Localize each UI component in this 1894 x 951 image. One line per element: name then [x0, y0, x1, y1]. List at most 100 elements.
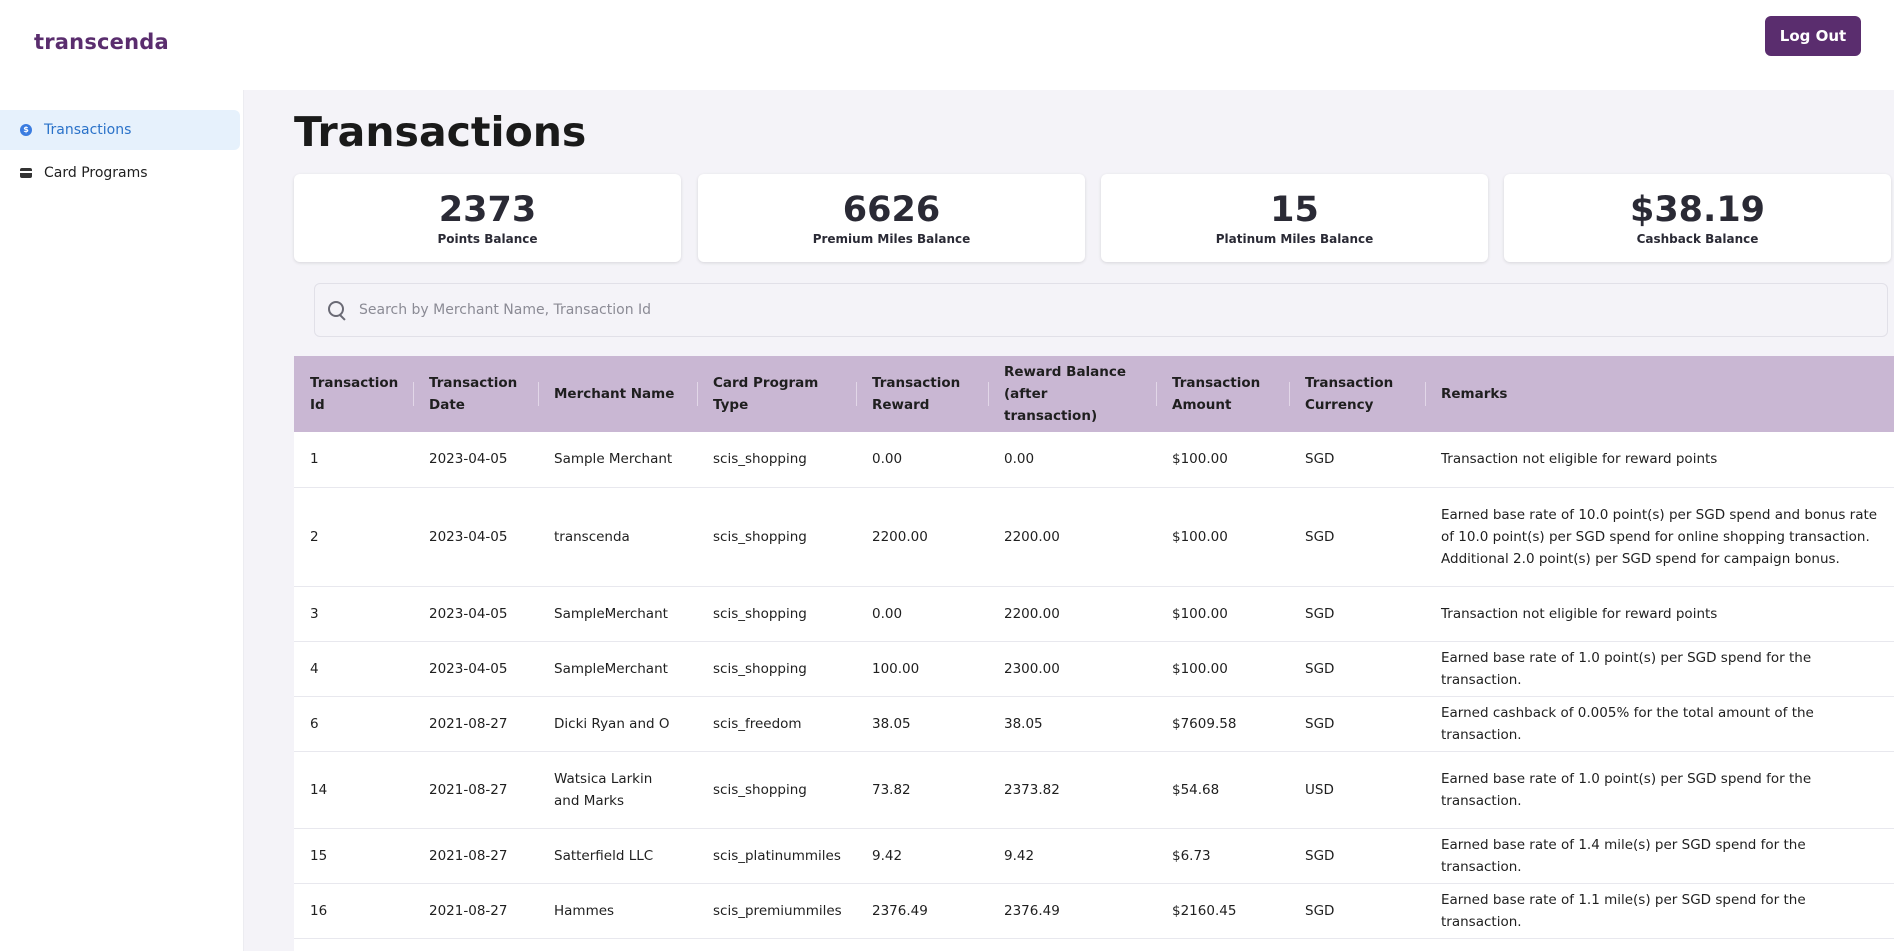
cell-transaction-id: 14 [294, 751, 413, 829]
search-bar [314, 283, 1888, 337]
column-header[interactable]: Transaction Reward [856, 356, 988, 432]
column-header[interactable]: Transaction Amount [1156, 356, 1289, 432]
table-row[interactable]: 2 2023-04-05 transcenda scis_shopping 22… [294, 487, 1894, 587]
cell-merchant-name: Sample Merchant [538, 432, 697, 488]
cell-transaction-id: 6 [294, 696, 413, 752]
cell-transaction-currency: SGD [1289, 696, 1425, 752]
cell-transaction-id: 1 [294, 432, 413, 488]
search-input[interactable] [359, 302, 1859, 318]
cell-transaction-date: 2023-04-05 [413, 586, 538, 642]
table-row[interactable]: 3 2023-04-05 SampleMerchant scis_shoppin… [294, 586, 1894, 642]
column-header[interactable]: Merchant Name [538, 356, 697, 432]
cell-transaction-amount: $100.00 [1156, 586, 1289, 642]
stat-value: $38.19 [1629, 190, 1766, 230]
cell-remarks: Earned base rate of 1.1 mile(s) per SGD … [1425, 883, 1894, 939]
cell-reward-balance: 2373.82 [988, 751, 1156, 829]
stat-label: Platinum Miles Balance [1215, 232, 1374, 246]
cell-transaction-date: 2021-08-27 [413, 751, 538, 829]
cell-transaction-reward: 0.00 [856, 586, 988, 642]
cell-transaction-reward: 38.05 [856, 696, 988, 752]
cell-transaction-currency: SGD [1289, 487, 1425, 587]
stat-value: 2373 [438, 190, 537, 230]
cell-transaction-id: 3 [294, 586, 413, 642]
cell-reward-balance: 0.00 [988, 432, 1156, 488]
cell-card-program-type: scis_freedom [697, 696, 856, 752]
sidebar-item-card-programs[interactable]: Card Programs [0, 153, 240, 193]
cell-reward-balance: 2300.00 [988, 641, 1156, 697]
column-header[interactable]: Remarks [1425, 356, 1894, 432]
cell-merchant-name: Satterfield LLC [538, 828, 697, 884]
table-row[interactable]: 16 2021-08-27 Hammes scis_premiummiles 2… [294, 883, 1894, 939]
cell-transaction-reward: 0.00 [856, 432, 988, 488]
cell-transaction-currency: USD [1289, 751, 1425, 829]
cell-remarks: Earned base rate of 1.0 point(s) per SGD… [1425, 641, 1894, 697]
sidebar-item-label: Transactions [44, 122, 132, 138]
cell-remarks: Earned base rate of 1.0 point(s) per SGD… [1425, 751, 1894, 829]
cell-transaction-date: 2021-08-27 [413, 696, 538, 752]
table-header-row: Transaction Id Transaction Date Merchant… [294, 356, 1894, 432]
cell-transaction-date: 2023-04-05 [413, 487, 538, 587]
top-bar: transcenda Log Out [0, 0, 1894, 90]
cell-transaction-amount: $2160.45 [1156, 883, 1289, 939]
cell-transaction-reward: 73.82 [856, 751, 988, 829]
cell-card-program-type: scis_shopping [697, 641, 856, 697]
stat-value: 15 [1270, 190, 1319, 230]
cell-transaction-amount: $7609.58 [1156, 696, 1289, 752]
stat-value: 6626 [842, 190, 941, 230]
cell-transaction-reward: 2200.00 [856, 487, 988, 587]
logout-button[interactable]: Log Out [1765, 16, 1861, 56]
cell-transaction-date: 2023-04-05 [413, 432, 538, 488]
table-row[interactable]: 1 2023-04-05 Sample Merchant scis_shoppi… [294, 432, 1894, 488]
main-content: Transactions 2373 Points Balance 6626 Pr… [244, 90, 1894, 951]
cell-merchant-name: transcenda [538, 487, 697, 587]
brand-logo[interactable]: transcenda [34, 30, 169, 54]
stat-card-premium-miles: 6626 Premium Miles Balance [698, 174, 1085, 262]
cell-transaction-amount: $6.73 [1156, 828, 1289, 884]
column-header[interactable]: Transaction Id [294, 356, 413, 432]
cell-merchant-name: SampleMerchant [538, 641, 697, 697]
cell-reward-balance: 2200.00 [988, 586, 1156, 642]
cell-transaction-currency: SGD [1289, 883, 1425, 939]
cell-remarks: Earned cashback of 0.005% for the total … [1425, 696, 1894, 752]
table-row[interactable]: 14 2021-08-27 Watsica Larkin and Marks s… [294, 751, 1894, 829]
cell-transaction-date: 2021-08-27 [413, 828, 538, 884]
search-icon [327, 300, 347, 320]
cell-merchant-name: Dicki Ryan and O [538, 696, 697, 752]
cell-transaction-amount: $100.00 [1156, 432, 1289, 488]
column-header[interactable]: Transaction Currency [1289, 356, 1425, 432]
cell-transaction-amount: $54.68 [1156, 751, 1289, 829]
table-row[interactable]: 6 2021-08-27 Dicki Ryan and O scis_freed… [294, 696, 1894, 752]
cell-card-program-type: scis_premiummiles [697, 883, 856, 939]
sidebar-item-transactions[interactable]: $ Transactions [0, 110, 240, 150]
cell-transaction-date: 2023-04-05 [413, 641, 538, 697]
cell-transaction-reward: 9.42 [856, 828, 988, 884]
table-row[interactable]: 4 2023-04-05 SampleMerchant scis_shoppin… [294, 641, 1894, 697]
cell-transaction-currency: SGD [1289, 586, 1425, 642]
stat-card-points: 2373 Points Balance [294, 174, 681, 262]
credit-card-icon [20, 167, 32, 179]
column-header[interactable]: Card Program Type [697, 356, 856, 432]
column-header[interactable]: Transaction Date [413, 356, 538, 432]
cell-transaction-currency: SGD [1289, 432, 1425, 488]
page-title: Transactions [294, 108, 587, 156]
cell-reward-balance: 38.05 [988, 696, 1156, 752]
cell-transaction-date: 2021-08-27 [413, 883, 538, 939]
sidebar: $ Transactions Card Programs [0, 90, 244, 951]
stat-card-platinum-miles: 15 Platinum Miles Balance [1101, 174, 1488, 262]
cell-transaction-id: 16 [294, 883, 413, 939]
cell-reward-balance: 2376.49 [988, 883, 1156, 939]
cell-merchant-name: Hammes [538, 883, 697, 939]
dollar-circle-icon: $ [20, 124, 32, 136]
cell-reward-balance: 2200.00 [988, 487, 1156, 587]
cell-merchant-name: SampleMerchant [538, 586, 697, 642]
table-row[interactable]: 15 2021-08-27 Satterfield LLC scis_plati… [294, 828, 1894, 884]
cell-remarks: Transaction not eligible for reward poin… [1425, 586, 1894, 642]
stat-card-cashback: $38.19 Cashback Balance [1504, 174, 1891, 262]
cell-remarks: Earned base rate of 1.4 mile(s) per SGD … [1425, 828, 1894, 884]
cell-card-program-type: scis_shopping [697, 432, 856, 488]
stat-label: Points Balance [437, 232, 538, 246]
column-header[interactable]: Reward Balance (after transaction) [988, 356, 1156, 432]
cell-card-program-type: scis_shopping [697, 487, 856, 587]
cell-card-program-type: scis_shopping [697, 586, 856, 642]
transactions-table: Transaction Id Transaction Date Merchant… [294, 356, 1894, 951]
